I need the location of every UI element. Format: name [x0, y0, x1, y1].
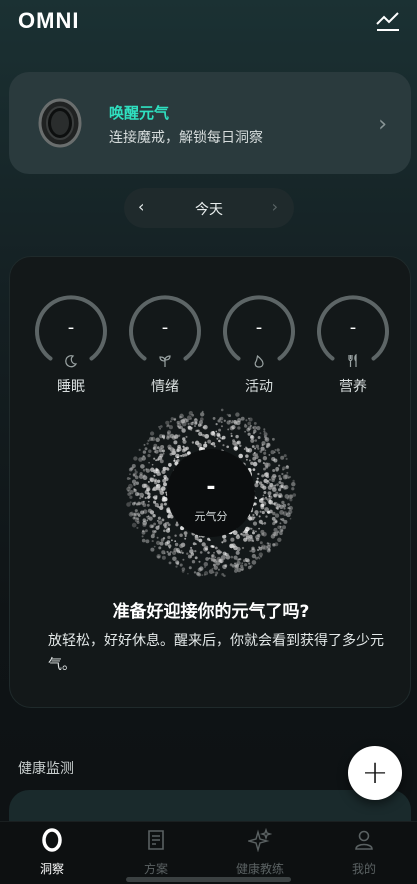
- metric-value: -: [67, 317, 75, 338]
- connect-ring-card[interactable]: 唤醒元气 连接魔戒，解锁每日洞察 ›: [9, 72, 411, 174]
- metric-label: 睡眠: [57, 379, 85, 395]
- chevron-right-disabled-icon: ›: [271, 197, 278, 216]
- tab-label: 健康教练: [235, 862, 284, 876]
- tab-label: 洞察: [39, 862, 64, 876]
- connect-title: 唤醒元气: [109, 104, 170, 122]
- insight-ring-icon: [42, 828, 62, 852]
- document-icon: [148, 830, 164, 850]
- home-indicator: [126, 877, 291, 882]
- person-icon: [355, 830, 373, 850]
- metric-value: -: [161, 317, 169, 338]
- metric-label: 活动: [245, 379, 273, 395]
- score-card: - 睡眠 - 情绪 - 活动 - 营养 - 元气分 准备好迎接你的元气了吗? 放…: [9, 256, 411, 708]
- tab-plan[interactable]: 方案: [104, 822, 208, 884]
- tab-me[interactable]: 我的: [312, 822, 416, 884]
- tab-label: 方案: [143, 862, 168, 876]
- smart-ring-image: [38, 98, 82, 148]
- metric-label: 情绪: [151, 379, 179, 395]
- metric-value: -: [255, 317, 263, 338]
- metric-mood[interactable]: - 情绪: [127, 295, 203, 395]
- score-description: 放轻松，好好休息。醒来后，你就会看到获得了多少元气。: [48, 633, 384, 673]
- date-label: 今天: [195, 202, 223, 218]
- trend-chart-icon[interactable]: [375, 10, 401, 32]
- score-headline: 准备好迎接你的元气了吗?: [112, 602, 310, 622]
- tab-label: 我的: [351, 862, 376, 876]
- add-button[interactable]: +: [348, 746, 402, 800]
- sprout-icon: [159, 355, 171, 367]
- metric-activity[interactable]: - 活动: [221, 295, 297, 395]
- sparkle-icon: [248, 828, 272, 852]
- logo: OMNI: [18, 8, 80, 33]
- metric-label: 营养: [339, 379, 367, 395]
- metric-nutrition[interactable]: - 营养: [315, 295, 391, 395]
- bottom-tab-bar: 洞察 方案 健康教练 我的: [0, 821, 417, 884]
- utensils-icon: [348, 354, 357, 367]
- tab-insight[interactable]: 洞察: [0, 822, 104, 884]
- moon-icon: [65, 355, 78, 368]
- tab-health-coach[interactable]: 健康教练: [208, 822, 312, 884]
- score-value: -: [206, 475, 216, 500]
- metric-value: -: [349, 317, 357, 338]
- health-section-title: 健康监测: [18, 761, 74, 777]
- connect-subtitle: 连接魔戒，解锁每日洞察: [109, 130, 263, 146]
- score-label: 元气分: [194, 510, 228, 523]
- flame-icon: [254, 354, 264, 368]
- chevron-right-icon: ›: [378, 112, 387, 137]
- metric-sleep[interactable]: - 睡眠: [33, 295, 109, 395]
- date-navigator: ‹ 今天 ›: [124, 188, 294, 228]
